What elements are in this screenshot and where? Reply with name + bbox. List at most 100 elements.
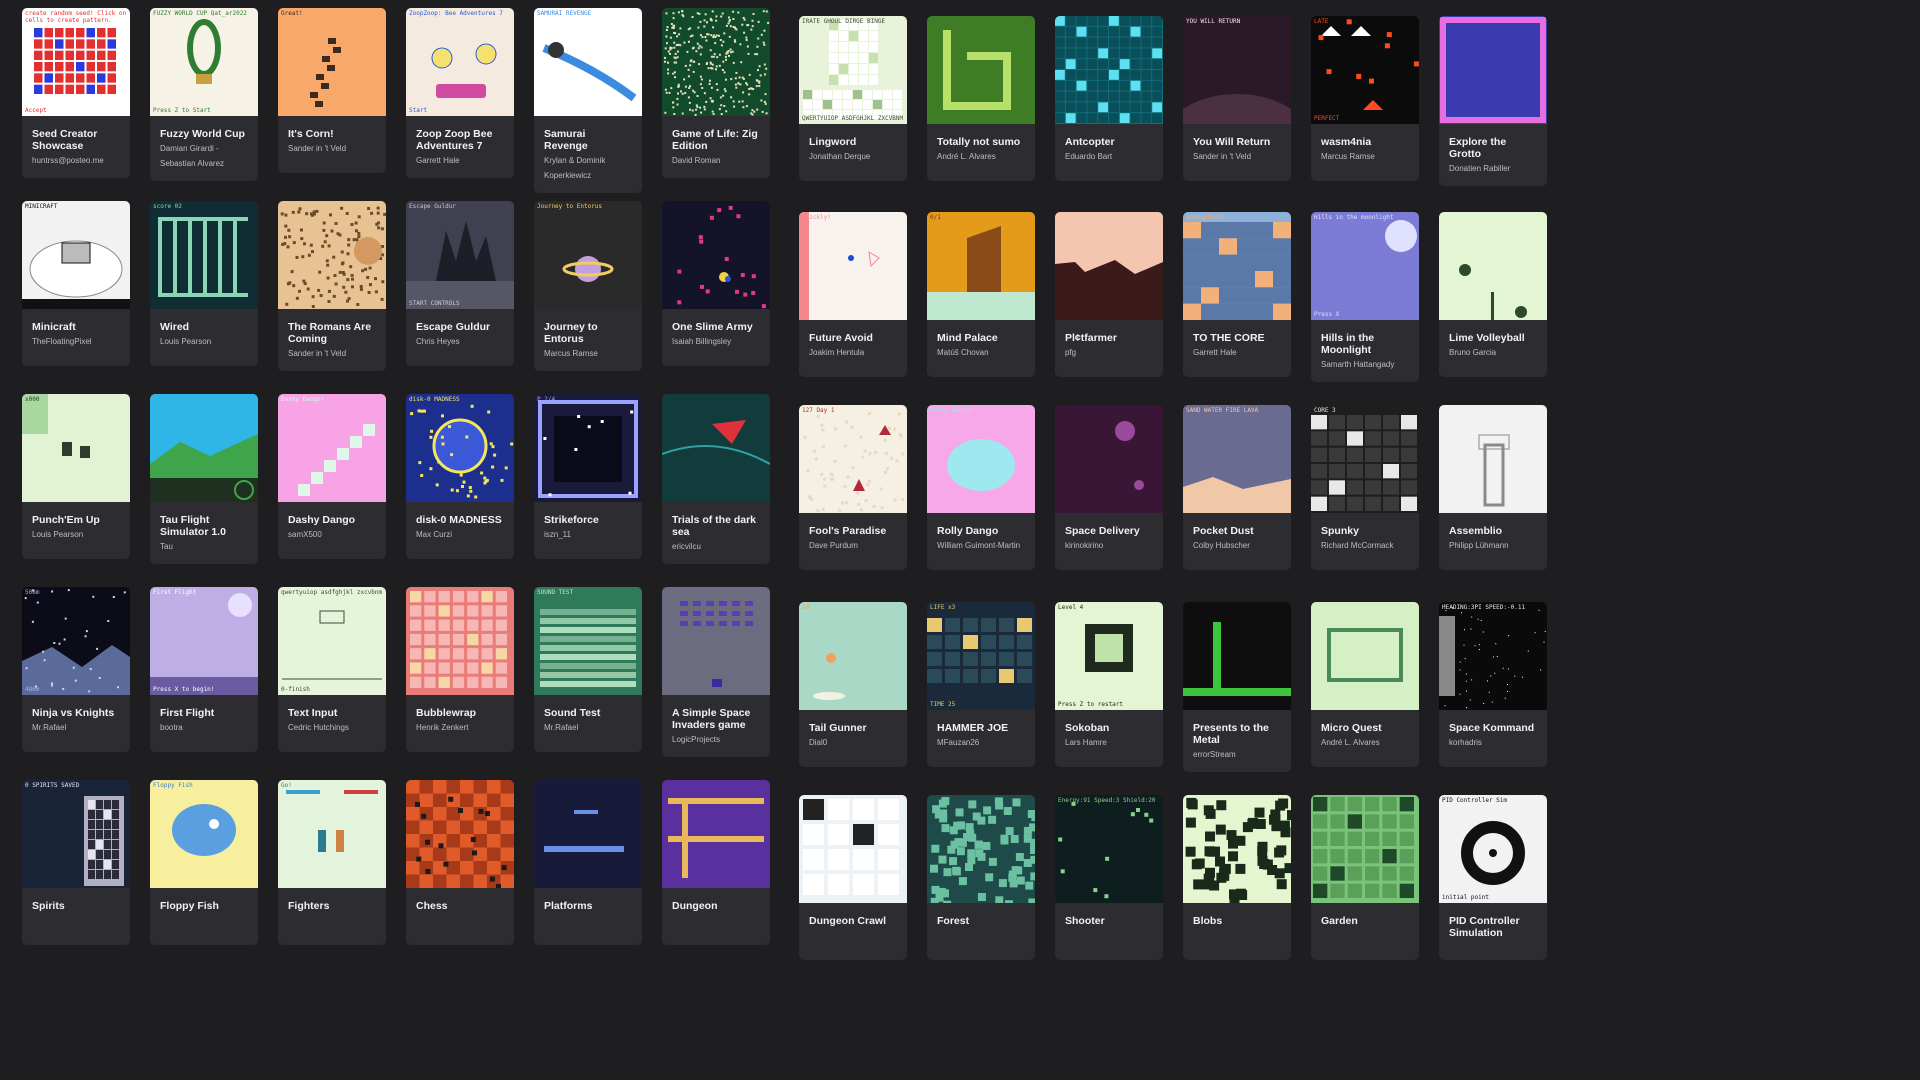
game-title[interactable]: Escape Guldur: [416, 321, 504, 333]
game-title[interactable]: Pl¢tfarmer: [1065, 332, 1153, 344]
game-title[interactable]: You Will Return: [1193, 136, 1281, 148]
game-title[interactable]: Wired: [160, 321, 248, 333]
game-card[interactable]: Hills in the moonlight Press X Hills in th…: [1311, 212, 1419, 382]
game-card[interactable]: score 02 Wired Louis Pearson: [150, 201, 258, 366]
game-title[interactable]: Samurai Revenge: [544, 128, 632, 152]
game-title[interactable]: First Flight: [160, 707, 248, 719]
game-card[interactable]: Rolly Dango! Rolly Dango William Guimont-M…: [927, 405, 1035, 570]
game-title[interactable]: Micro Quest: [1321, 722, 1409, 734]
game-title[interactable]: Spirits: [32, 900, 120, 912]
game-title[interactable]: Tail Gunner: [809, 722, 897, 734]
game-title[interactable]: HAMMER JOE: [937, 722, 1025, 734]
game-title[interactable]: Text Input: [288, 707, 376, 719]
game-card[interactable]: Pl¢tfarmer pfg: [1055, 212, 1163, 377]
game-title[interactable]: PID Controller Simulation: [1449, 915, 1537, 939]
game-title[interactable]: wasm4nia: [1321, 136, 1409, 148]
game-title[interactable]: Minicraft: [32, 321, 120, 333]
game-card[interactable]: IRATE GHOUL DIRGE BINGE QWERTYUIOP ASDFGH…: [799, 16, 907, 181]
game-title[interactable]: disk-0 MADNESS: [416, 514, 504, 526]
game-card[interactable]: Game of Life: Zig Edition David Roman: [662, 8, 770, 178]
game-card[interactable]: 0 SPIRITS SAVED Spirits: [22, 780, 130, 945]
game-title[interactable]: Forest: [937, 915, 1025, 927]
game-card[interactable]: SAND WATER FIRE LAVA RESET PAUSE Pocket Du…: [1183, 405, 1291, 570]
game-title[interactable]: Dashy Dango: [288, 514, 376, 526]
game-card[interactable]: Tau Flight Simulator 1.0 Tau: [150, 394, 258, 564]
game-card[interactable]: Chess: [406, 780, 514, 945]
game-card[interactable]: HEADING:3PI SPEED:-0.11 Space Kommand korh…: [1439, 602, 1547, 767]
game-card[interactable]: Antcopter Eduardo Bart: [1055, 16, 1163, 181]
game-card[interactable]: SAMURAI REVENGE Samurai Revenge Krylan & D…: [534, 8, 642, 193]
game-title[interactable]: It's Corn!: [288, 128, 376, 140]
game-card[interactable]: Totally not sumo André L. Alvares: [927, 16, 1035, 181]
game-title[interactable]: Strikeforce: [544, 514, 632, 526]
game-title[interactable]: Garden: [1321, 915, 1409, 927]
game-card[interactable]: CORE 3 Spunky Richard McCormack: [1311, 405, 1419, 570]
game-card[interactable]: Floppy Fish Floppy Fish: [150, 780, 258, 945]
game-title[interactable]: Blobs: [1193, 915, 1281, 927]
game-title[interactable]: Explore the Grotto: [1449, 136, 1537, 160]
game-card[interactable]: Presents to the Metal errorStream: [1183, 602, 1291, 772]
game-card[interactable]: qwertyuiop asdfghjkl zxcvbnm 0-finish Text…: [278, 587, 386, 752]
game-title[interactable]: Dungeon Crawl: [809, 915, 897, 927]
game-title[interactable]: A Simple Space Invaders game: [672, 707, 760, 731]
game-card[interactable]: One Slime Army Isaiah Billingsley: [662, 201, 770, 366]
game-title[interactable]: Ninja vs Knights: [32, 707, 120, 719]
game-title[interactable]: Tau Flight Simulator 1.0: [160, 514, 248, 538]
game-title[interactable]: Mind Palace: [937, 332, 1025, 344]
game-title[interactable]: Floppy Fish: [160, 900, 248, 912]
game-card[interactable]: Forest: [927, 795, 1035, 960]
game-title[interactable]: Fighters: [288, 900, 376, 912]
game-title[interactable]: Space Delivery: [1065, 525, 1153, 537]
game-title[interactable]: Dungeon: [672, 900, 760, 912]
game-card[interactable]: Level 4 Press Z to restart Sokoban Lars Ham…: [1055, 602, 1163, 767]
game-title[interactable]: Future Avoid: [809, 332, 897, 344]
game-card[interactable]: disk-0 MADNESS disk-0 MADNESS Max Curzi: [406, 394, 514, 559]
game-card[interactable]: P 2/4 Strikeforce iszn_11: [534, 394, 642, 559]
game-card[interactable]: SOUND TEST Sound Test Mr.Rafael: [534, 587, 642, 752]
game-title[interactable]: The Romans Are Coming: [288, 321, 376, 345]
game-card[interactable]: Micro Quest André L. Alvares: [1311, 602, 1419, 767]
game-title[interactable]: Rolly Dango: [937, 525, 1025, 537]
game-title[interactable]: Pocket Dust: [1193, 525, 1281, 537]
game-card[interactable]: First Flight Press X to begin! First Fligh…: [150, 587, 258, 752]
game-title[interactable]: TO THE CORE: [1193, 332, 1281, 344]
game-title[interactable]: Game of Life: Zig Edition: [672, 128, 760, 152]
game-card[interactable]: Blobs: [1183, 795, 1291, 960]
game-title[interactable]: Fuzzy World Cup: [160, 128, 248, 140]
game-card[interactable]: Dungeon Crawl: [799, 795, 907, 960]
game-card[interactable]: Space Delivery kirinokirino: [1055, 405, 1163, 570]
game-card[interactable]: LIFE x3 TIME 25 HAMMER JOE MFauzan26: [927, 602, 1035, 767]
game-card[interactable]: Dungeon: [662, 780, 770, 945]
game-card[interactable]: FUZZY WORLD CUP Qat_ar2022 Press Z to Sta…: [150, 8, 258, 181]
game-card[interactable]: LATE PERFECT wasm4nia Marcus Ramse: [1311, 16, 1419, 181]
game-title[interactable]: Sokoban: [1065, 722, 1153, 734]
game-card[interactable]: ZoopZoop: Bee Adventures 7 Start Zoop Zoop…: [406, 8, 514, 178]
game-card[interactable]: Dashy Dango! Dashy Dango samX500: [278, 394, 386, 559]
game-card[interactable]: Garden: [1311, 795, 1419, 960]
game-title[interactable]: Lime Volleyball: [1449, 332, 1537, 344]
game-card[interactable]: 508m 486m Ninja vs Knights Mr.Rafael: [22, 587, 130, 752]
game-card[interactable]: Atmosphere! TO THE CORE Garrett Hale: [1183, 212, 1291, 377]
game-title[interactable]: Platforms: [544, 900, 632, 912]
game-title[interactable]: Hills in the Moonlight: [1321, 332, 1409, 356]
game-title[interactable]: Punch'Em Up: [32, 514, 120, 526]
game-title[interactable]: Presents to the Metal: [1193, 722, 1281, 746]
game-card[interactable]: Journey to Entorus Journey to Entorus Marc…: [534, 201, 642, 371]
game-card[interactable]: Go! Fighters: [278, 780, 386, 945]
game-title[interactable]: Sound Test: [544, 707, 632, 719]
game-card[interactable]: PID Controller Sim initial point PID Contr…: [1439, 795, 1547, 960]
game-card[interactable]: 10 Tail Gunner Dial0: [799, 602, 907, 767]
game-card[interactable]: Explore the Grotto Donatien Rabiller: [1439, 16, 1547, 186]
game-title[interactable]: One Slime Army: [672, 321, 760, 333]
game-card[interactable]: MINICRAFT WASM4 Minicraft TheFloatingPixel: [22, 201, 130, 366]
game-title[interactable]: Zoop Zoop Bee Adventures 7: [416, 128, 504, 152]
game-card[interactable]: x000 Punch'Em Up Louis Pearson: [22, 394, 130, 559]
game-title[interactable]: Trials of the dark sea: [672, 514, 760, 538]
game-title[interactable]: Spunky: [1321, 525, 1409, 537]
game-title[interactable]: Totally not sumo: [937, 136, 1025, 148]
game-card[interactable]: The Romans Are Coming Sander in 't Veld: [278, 201, 386, 371]
game-title[interactable]: Space Kommand: [1449, 722, 1537, 734]
game-title[interactable]: Shooter: [1065, 915, 1153, 927]
game-title[interactable]: Bubblewrap: [416, 707, 504, 719]
game-card[interactable]: 0/1 Mind Palace Matúš Chovan: [927, 212, 1035, 377]
